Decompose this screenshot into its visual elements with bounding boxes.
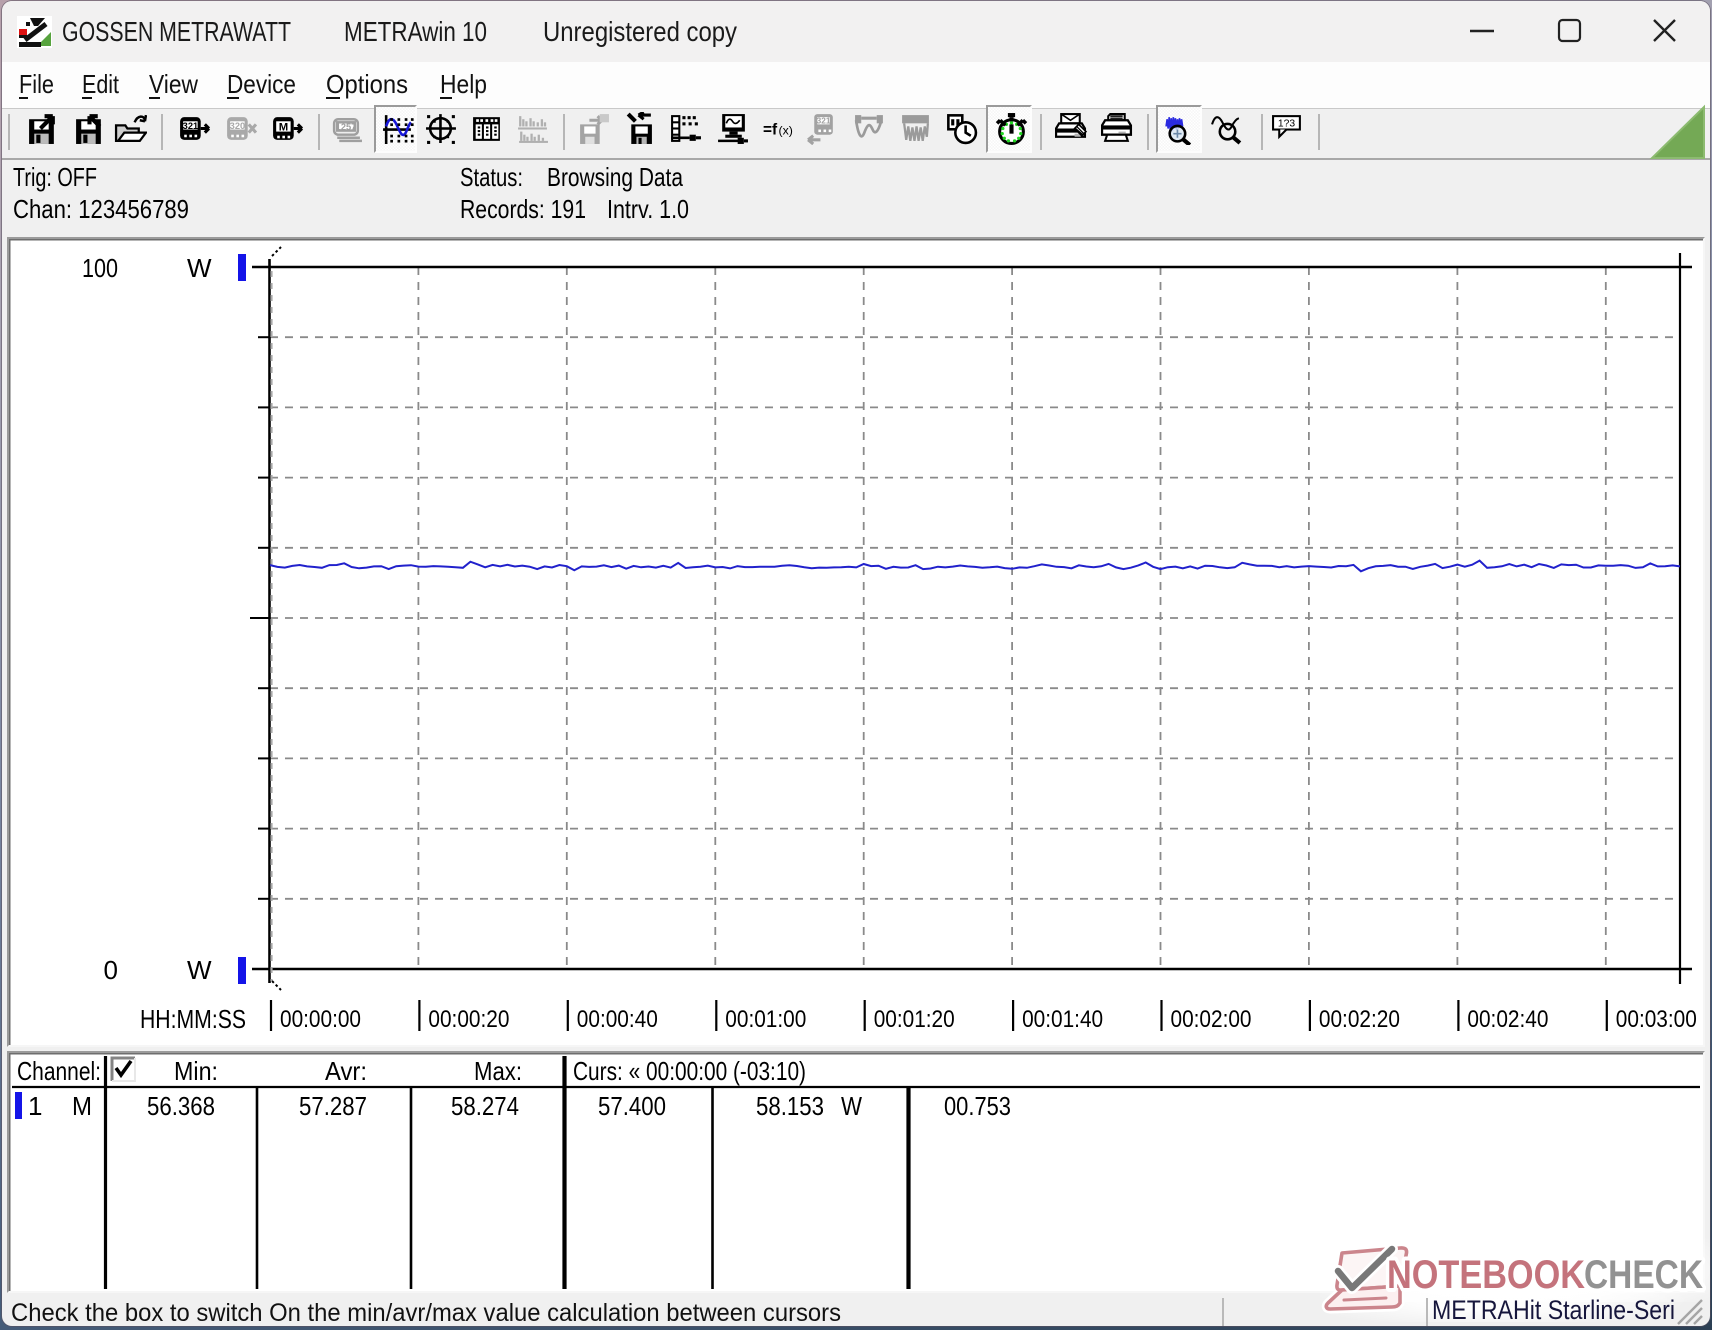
svg-text:00:03:00: 00:03:00 xyxy=(1616,1006,1697,1033)
svg-text:1257: 1257 xyxy=(336,122,357,132)
svg-text:Status:: Status: xyxy=(460,162,523,192)
svg-text:Curs: « 00:00:00 (-03:10): Curs: « 00:00:00 (-03:10) xyxy=(573,1056,806,1086)
svg-text:320: 320 xyxy=(230,121,245,131)
svg-text:1?3: 1?3 xyxy=(1278,118,1295,129)
svg-text:Browsing Data: Browsing Data xyxy=(547,162,683,192)
svg-text:Edit: Edit xyxy=(82,69,120,99)
svg-text:00:01:20: 00:01:20 xyxy=(874,1006,955,1033)
svg-text:Trig: OFF: Trig: OFF xyxy=(13,162,97,192)
svg-text:Channel:: Channel: xyxy=(17,1056,101,1086)
svg-text:57.400: 57.400 xyxy=(598,1091,666,1121)
svg-text:METRAHit Starline-Seri: METRAHit Starline-Seri xyxy=(1432,1295,1675,1325)
svg-text:100: 100 xyxy=(82,253,118,283)
svg-text:W: W xyxy=(187,955,212,985)
svg-text:Chan: 123456789: Chan: 123456789 xyxy=(13,194,189,224)
svg-text:00:00:20: 00:00:20 xyxy=(428,1006,509,1033)
svg-text:Min:: Min: xyxy=(174,1056,218,1086)
svg-text:M: M xyxy=(72,1091,92,1121)
svg-text:GOSSEN METRAWATT: GOSSEN METRAWATT xyxy=(62,16,291,47)
svg-text:Intrv. 1.0: Intrv. 1.0 xyxy=(607,194,689,224)
svg-text:00:02:00: 00:02:00 xyxy=(1171,1006,1252,1033)
svg-text:321: 321 xyxy=(183,121,198,131)
svg-text:Max:: Max: xyxy=(474,1056,522,1086)
svg-text:00:00:00: 00:00:00 xyxy=(280,1006,361,1033)
svg-text:Avr:: Avr: xyxy=(325,1056,367,1086)
svg-text:View: View xyxy=(149,69,198,99)
svg-text:CHECK: CHECK xyxy=(1584,1253,1703,1297)
svg-text:58.274: 58.274 xyxy=(451,1091,519,1121)
svg-text:321: 321 xyxy=(817,116,831,125)
svg-text:=f: =f xyxy=(763,122,778,139)
svg-text:M: M xyxy=(279,122,288,134)
svg-text:00:00:40: 00:00:40 xyxy=(577,1006,658,1033)
svg-text:58.153: 58.153 xyxy=(756,1091,824,1121)
svg-text:HH:MM:SS: HH:MM:SS xyxy=(140,1004,246,1034)
svg-text:W: W xyxy=(841,1091,862,1121)
svg-text:Device: Device xyxy=(227,69,296,99)
svg-text:Unregistered copy: Unregistered copy xyxy=(543,16,737,47)
svg-text:0: 0 xyxy=(104,955,118,985)
svg-text:File: File xyxy=(19,69,54,99)
svg-text:Records: 191: Records: 191 xyxy=(460,194,586,224)
svg-text:1: 1 xyxy=(28,1091,42,1121)
svg-text:Check the box to switch On the: Check the box to switch On the min/avr/m… xyxy=(11,1299,841,1327)
svg-text:00.753: 00.753 xyxy=(944,1091,1011,1121)
svg-text:00:02:20: 00:02:20 xyxy=(1319,1006,1400,1033)
svg-text:(x): (x) xyxy=(779,124,793,138)
svg-text:00:02:40: 00:02:40 xyxy=(1467,1006,1548,1033)
svg-text:57.287: 57.287 xyxy=(299,1091,367,1121)
svg-text:Options: Options xyxy=(326,69,408,99)
svg-text:W: W xyxy=(187,253,212,283)
svg-text:56.368: 56.368 xyxy=(147,1091,215,1121)
svg-text:00:01:40: 00:01:40 xyxy=(1022,1006,1103,1033)
svg-text:Help: Help xyxy=(440,69,487,99)
svg-text:METRAwin 10: METRAwin 10 xyxy=(344,16,487,47)
svg-text:00:01:00: 00:01:00 xyxy=(725,1006,806,1033)
svg-text:NOTEBOOK: NOTEBOOK xyxy=(1387,1253,1585,1297)
